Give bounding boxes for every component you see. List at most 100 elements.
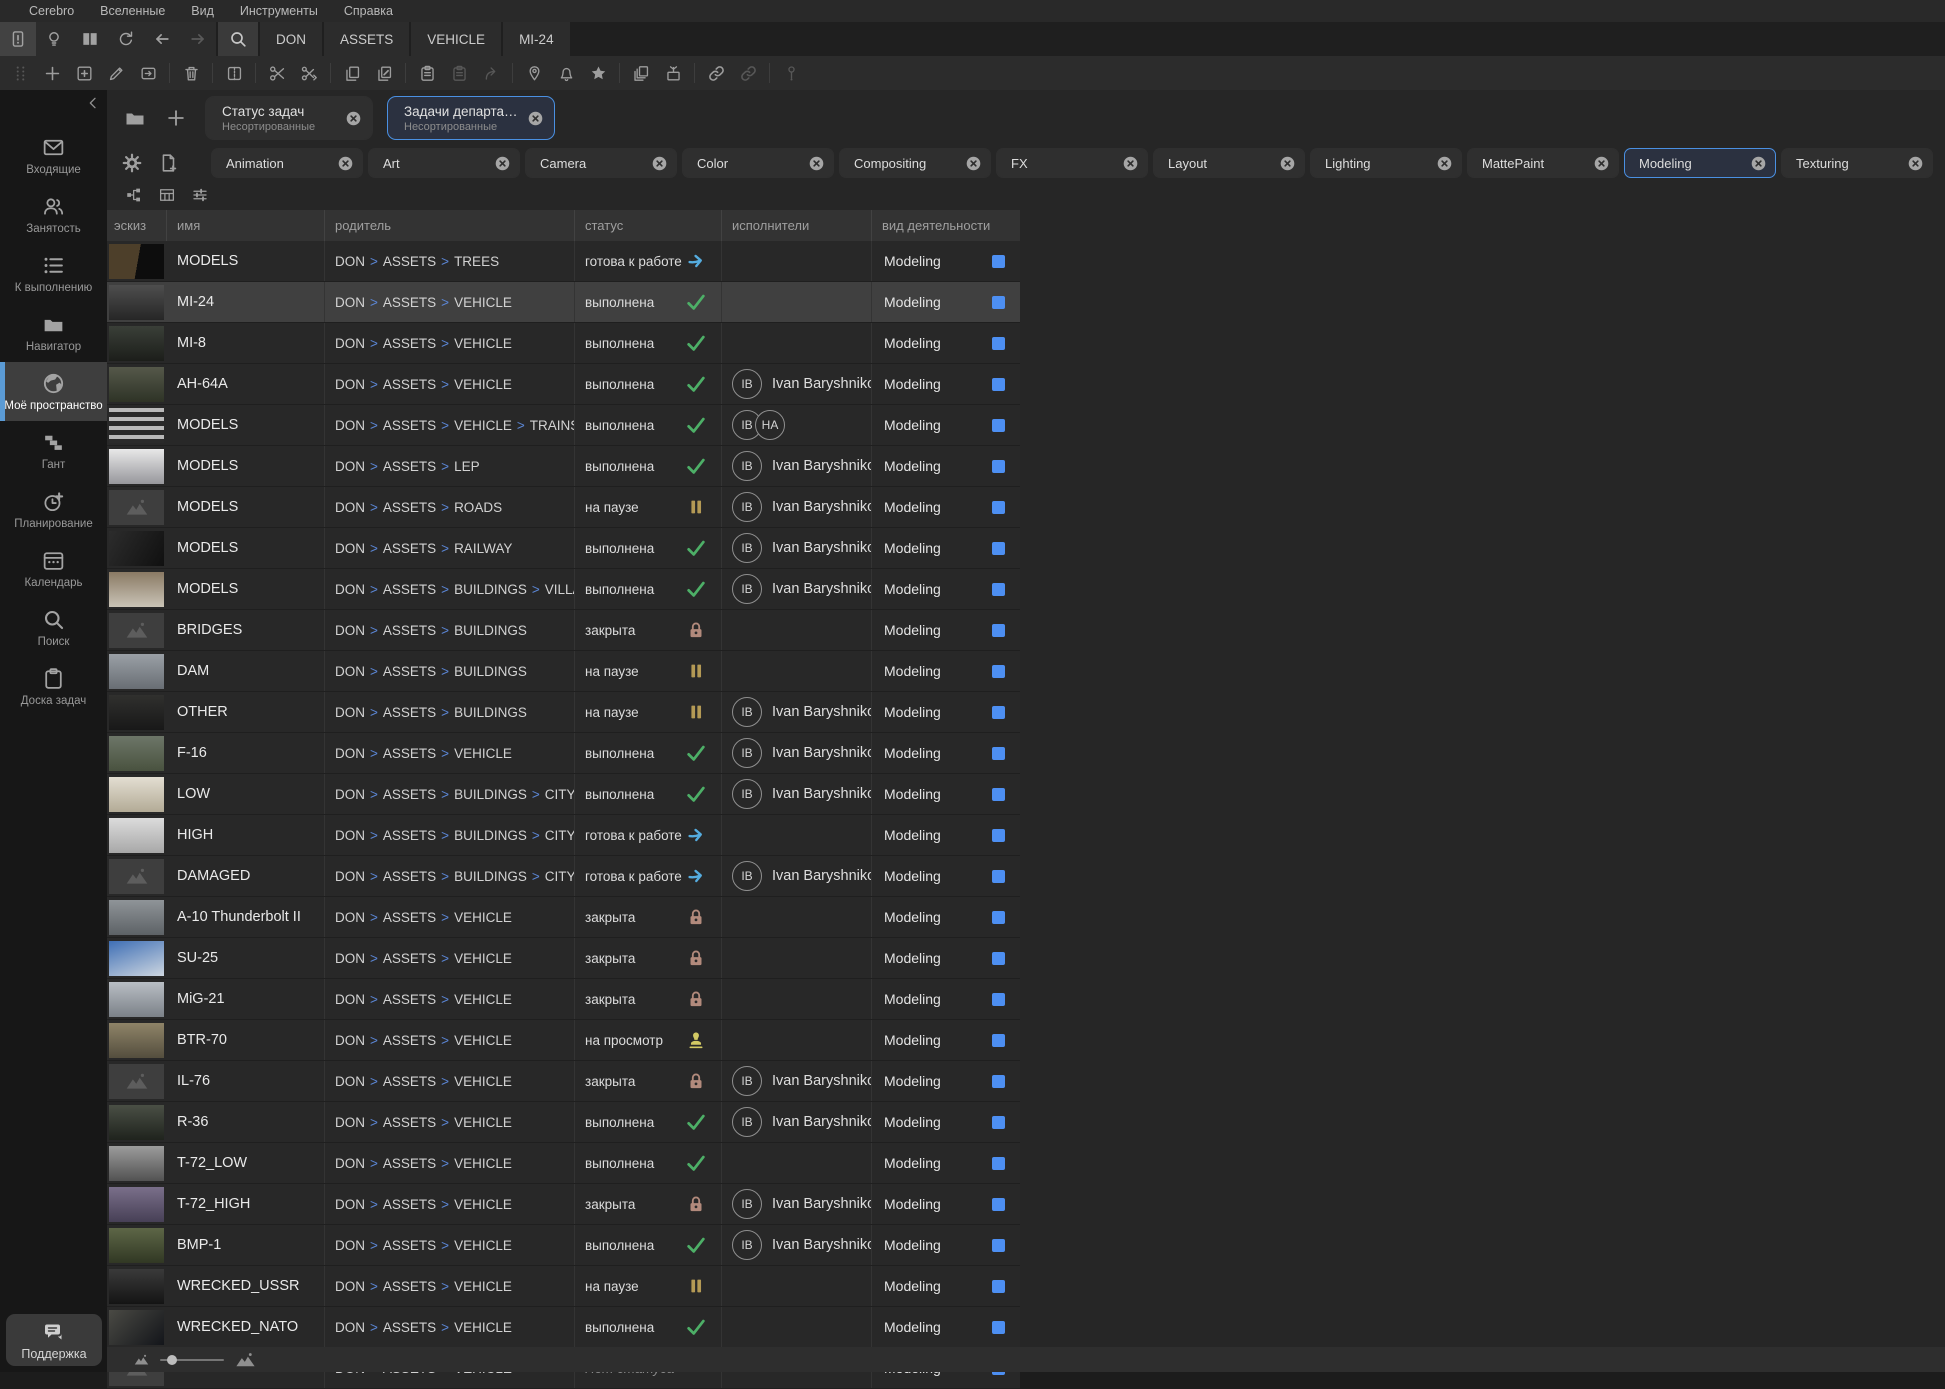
task-thumbnail[interactable] xyxy=(109,1227,164,1263)
parent-path-segment[interactable]: DON xyxy=(335,295,365,310)
assignee-avatar[interactable]: IB xyxy=(732,697,762,727)
parent-path-segment[interactable]: LEP xyxy=(454,459,480,474)
parent-path-segment[interactable]: ASSETS xyxy=(383,500,436,515)
parent-path-segment[interactable]: DON xyxy=(335,1238,365,1253)
close-icon[interactable] xyxy=(1279,155,1296,172)
column-header[interactable]: родитель xyxy=(325,210,575,241)
task-row[interactable]: A-10 Thunderbolt II DON > ASSETS > VEHICLE з… xyxy=(107,897,1020,938)
sidebar-item[interactable]: Календарь xyxy=(0,539,107,598)
assignee-avatar[interactable]: IB xyxy=(732,492,762,522)
parent-path-segment[interactable]: DON xyxy=(335,869,365,884)
parent-path-segment[interactable]: ASSETS xyxy=(383,459,436,474)
duplicate-button[interactable] xyxy=(626,59,656,87)
parent-path-segment[interactable]: ASSETS xyxy=(383,1238,436,1253)
parent-path-segment[interactable]: CITY xyxy=(545,828,574,843)
present-button[interactable] xyxy=(658,59,688,87)
notifications-button[interactable] xyxy=(551,59,581,87)
task-thumbnail[interactable] xyxy=(109,940,164,976)
sidebar-item[interactable]: Поиск xyxy=(0,598,107,657)
parent-path-segment[interactable]: ASSETS xyxy=(383,1033,436,1048)
parent-path-segment[interactable]: ASSETS xyxy=(383,664,436,679)
parent-path-segment[interactable]: ASSETS xyxy=(383,951,436,966)
menu-item-2[interactable]: Вид xyxy=(180,4,225,18)
parent-path-segment[interactable]: ASSETS xyxy=(383,254,436,269)
parent-path-segment[interactable]: VEHICLE xyxy=(454,1033,512,1048)
parent-path-segment[interactable]: BUILDINGS xyxy=(454,787,527,802)
cut-with-links-button[interactable] xyxy=(294,59,324,87)
parent-path-segment[interactable]: DON xyxy=(335,623,365,638)
assignee-avatar[interactable]: IB xyxy=(732,369,762,399)
parent-path-segment[interactable]: DON xyxy=(335,1156,365,1171)
task-row[interactable]: AH-64A DON > ASSETS > VEHICLE выполнена IB Iv… xyxy=(107,364,1020,405)
column-header[interactable]: имя xyxy=(167,210,325,241)
assignee-avatar[interactable]: IB xyxy=(732,1066,762,1096)
menu-item-4[interactable]: Справка xyxy=(333,4,404,18)
assignee-avatar[interactable]: IB xyxy=(732,738,762,768)
assignee-avatar[interactable]: IB xyxy=(732,779,762,809)
zoom-out-icon[interactable] xyxy=(133,1351,150,1368)
task-thumbnail[interactable] xyxy=(109,530,164,566)
close-icon[interactable] xyxy=(965,155,982,172)
parent-path-segment[interactable]: VEHICLE xyxy=(454,910,512,925)
activity-chip[interactable]: Modeling xyxy=(1624,148,1776,178)
parent-path-segment[interactable]: VEHICLE xyxy=(454,1279,512,1294)
support-button[interactable]: Поддержка xyxy=(6,1314,102,1366)
activity-chip[interactable]: Layout xyxy=(1153,148,1305,178)
parent-path-segment[interactable]: CITY xyxy=(545,787,574,802)
parent-path-segment[interactable]: VEHICLE xyxy=(454,1074,512,1089)
column-header[interactable]: статус xyxy=(575,210,722,241)
column-header[interactable]: эскиз xyxy=(107,210,167,241)
task-thumbnail[interactable] xyxy=(109,981,164,1017)
parent-path-segment[interactable]: DON xyxy=(335,582,365,597)
task-row[interactable]: BTR-70 DON > ASSETS > VEHICLE на просмотр Mo… xyxy=(107,1020,1020,1061)
parent-path-segment[interactable]: BUILDINGS xyxy=(454,869,527,884)
parent-path-segment[interactable]: ASSETS xyxy=(383,582,436,597)
parent-path-segment[interactable]: CITY xyxy=(545,869,574,884)
task-thumbnail[interactable] xyxy=(109,776,164,812)
sidebar-item[interactable]: Входящие xyxy=(0,126,107,185)
task-thumbnail[interactable] xyxy=(109,407,164,443)
task-row[interactable]: OTHER DON > ASSETS > BUILDINGS на паузе IB Iv… xyxy=(107,692,1020,733)
copy-special-button[interactable] xyxy=(369,59,399,87)
menu-item-1[interactable]: Вселенные xyxy=(89,4,176,18)
breadcrumb-item[interactable]: MI-24 xyxy=(503,22,570,56)
parent-path-segment[interactable]: DON xyxy=(335,336,365,351)
sidebar-item[interactable]: Доска задач xyxy=(0,657,107,716)
parent-path-segment[interactable]: BUILDINGS xyxy=(454,828,527,843)
unlink-button[interactable] xyxy=(733,59,763,87)
task-row[interactable]: DAM DON > ASSETS > BUILDINGS на паузе Modeli… xyxy=(107,651,1020,692)
task-thumbnail[interactable] xyxy=(109,694,164,730)
task-thumbnail-placeholder[interactable] xyxy=(109,489,164,525)
task-row[interactable]: HIGH DON > ASSETS > BUILDINGS > CITY готова к … xyxy=(107,815,1020,856)
menu-item-0[interactable]: Cerebro xyxy=(18,4,85,18)
task-thumbnail[interactable] xyxy=(109,1268,164,1304)
sidebar-item[interactable]: Планирование xyxy=(0,480,107,539)
task-thumbnail[interactable] xyxy=(109,571,164,607)
parent-path-segment[interactable]: ASSETS xyxy=(383,418,436,433)
favorite-button[interactable] xyxy=(583,59,613,87)
task-row[interactable]: MODELS DON > ASSETS > BUILDINGS > VILLAGE выпо… xyxy=(107,569,1020,610)
table-view-button[interactable] xyxy=(158,186,176,204)
parent-path-segment[interactable]: TRAINS xyxy=(530,418,574,433)
activity-chip[interactable]: Compositing xyxy=(839,148,991,178)
task-thumbnail[interactable] xyxy=(109,653,164,689)
assignee-avatar[interactable]: IB xyxy=(732,533,762,563)
hint-button[interactable] xyxy=(36,22,72,56)
nav-forward-button[interactable] xyxy=(180,22,216,56)
parent-path-segment[interactable]: ASSETS xyxy=(383,828,436,843)
parent-path-segment[interactable]: ASSETS xyxy=(383,705,436,720)
parent-path-segment[interactable]: BUILDINGS xyxy=(454,623,527,638)
menu-item-3[interactable]: Инструменты xyxy=(229,4,329,18)
close-icon[interactable] xyxy=(337,155,354,172)
assignee-avatar[interactable]: IB xyxy=(732,861,762,891)
new-filter-button[interactable] xyxy=(157,152,179,174)
activity-chip[interactable]: Lighting xyxy=(1310,148,1462,178)
assignee-avatar[interactable]: IB xyxy=(732,451,762,481)
parent-path-segment[interactable]: DON xyxy=(335,746,365,761)
column-header[interactable]: вид деятельности xyxy=(872,210,1020,241)
parent-path-segment[interactable]: ASSETS xyxy=(383,746,436,761)
task-row[interactable]: WRECKED_NATO DON > ASSETS > VEHICLE выполнен… xyxy=(107,1307,1020,1348)
task-thumbnail[interactable] xyxy=(109,899,164,935)
parent-path-segment[interactable]: ROADS xyxy=(454,500,502,515)
pin-button[interactable] xyxy=(519,59,549,87)
